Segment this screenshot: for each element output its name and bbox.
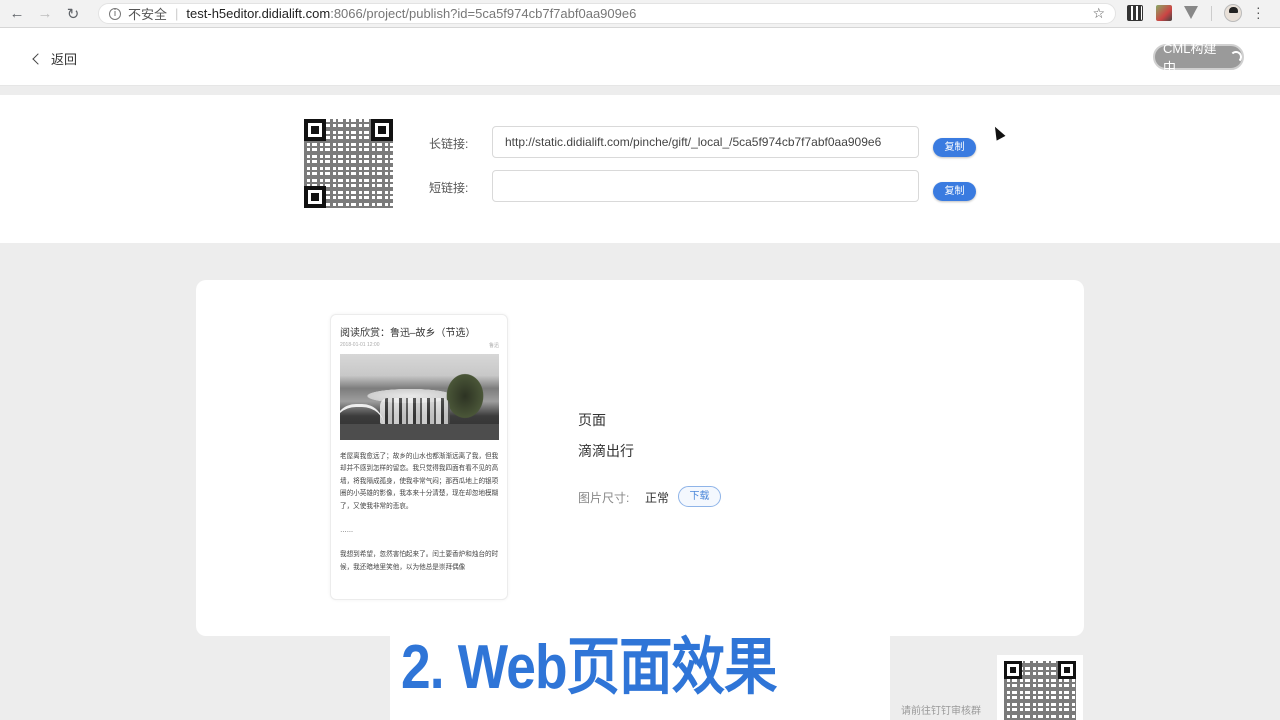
chevron-left-icon	[32, 52, 44, 65]
copy-long-link-button[interactable]: 复制	[933, 138, 976, 157]
download-button[interactable]: 下载	[678, 486, 721, 507]
page-name: 滴滴出行	[578, 443, 634, 459]
image-village	[380, 398, 450, 424]
preview-card: 阅读欣赏：鲁迅–故乡（节选） 2018-01-01 12:00 鲁迅 老屋离我愈…	[196, 280, 1084, 636]
url-path: :8066/project/publish?id=5ca5f974cb7f7ab…	[330, 6, 637, 21]
address-separator: |	[175, 6, 179, 21]
publish-links-panel: 长链接: http://static.didialift.com/pinche/…	[0, 95, 1280, 243]
review-note: 请前往钉钉审核群	[901, 706, 981, 717]
vue-devtools-icon[interactable]	[1184, 5, 1200, 21]
article-body: 老屋离我愈远了；故乡的山水也都渐渐远离了我，但我却并不感到怎样的留恋。我只觉得我…	[340, 451, 500, 586]
browser-toolbar: ← → ↻ i 不安全 | test-h5editor.didialift.co…	[0, 0, 1280, 28]
qr-finder-top-right	[371, 119, 393, 141]
copy-short-link-button[interactable]: 复制	[933, 182, 976, 201]
long-link-field[interactable]: http://static.didialift.com/pinche/gift/…	[492, 126, 919, 158]
image-size-label: 图片尺寸:	[578, 491, 630, 505]
qr-extension-icon[interactable]	[1127, 5, 1143, 21]
article-paragraph: ……	[340, 527, 354, 535]
article-paragraph: 我想到希望，忽然害怕起来了。闰土要香炉和烛台的时候，我还暗地里笑他，以为他总是崇…	[340, 551, 499, 571]
image-extension-icon[interactable]	[1156, 5, 1172, 21]
article-image	[340, 354, 499, 440]
qr-finder-top-right	[1058, 661, 1076, 679]
page-type-label: 页面	[578, 412, 606, 428]
profile-avatar[interactable]	[1224, 4, 1242, 22]
image-shore	[340, 404, 384, 426]
short-link-label: 短链接:	[429, 181, 469, 195]
short-link-field[interactable]	[492, 170, 919, 202]
page-preview[interactable]: 阅读欣赏：鲁迅–故乡（节选） 2018-01-01 12:00 鲁迅 老屋离我愈…	[330, 314, 508, 600]
image-water	[340, 424, 499, 440]
article-date: 2018-01-01 12:00	[340, 342, 380, 348]
address-bar[interactable]: i 不安全 | test-h5editor.didialift.com:8066…	[98, 3, 1116, 24]
back-label: 返回	[51, 52, 78, 67]
page-header: 返回 CML构建中	[0, 28, 1280, 86]
build-label: CML构建中	[1163, 41, 1217, 75]
more-menu-icon[interactable]: · · ·	[1256, 0, 1261, 24]
info-icon[interactable]: i	[109, 7, 121, 20]
qr-finder-bottom-left	[304, 186, 326, 208]
forward-arrow-icon[interactable]: →	[34, 3, 56, 25]
image-size-value: 正常	[645, 491, 670, 505]
security-label: 不安全	[128, 7, 168, 22]
footer-qr-code	[1004, 661, 1076, 720]
reload-icon[interactable]: ↻	[62, 3, 84, 25]
article-author: 鲁迅	[488, 343, 499, 349]
overlay-caption: 2. Web页面效果	[401, 633, 777, 702]
article-paragraph: 老屋离我愈远了；故乡的山水也都渐渐远离了我，但我却并不感到怎样的留恋。我只觉得我…	[340, 453, 499, 510]
url-host: test-h5editor.didialift.com	[186, 6, 331, 21]
bookmark-star-icon[interactable]: ☆	[1092, 5, 1105, 22]
qr-code	[304, 119, 393, 208]
article-title: 阅读欣赏：鲁迅–故乡（节选）	[340, 328, 476, 339]
toolbar-divider	[1211, 6, 1212, 21]
cml-build-button[interactable]: CML构建中	[1153, 41, 1244, 75]
back-arrow-icon[interactable]: ←	[6, 3, 28, 25]
qr-finder-top-left	[304, 119, 326, 141]
loading-spinner-icon	[1230, 51, 1242, 63]
long-link-label: 长链接:	[429, 137, 469, 151]
back-link[interactable]: 返回	[32, 49, 78, 68]
qr-finder-top-left	[1004, 661, 1022, 679]
